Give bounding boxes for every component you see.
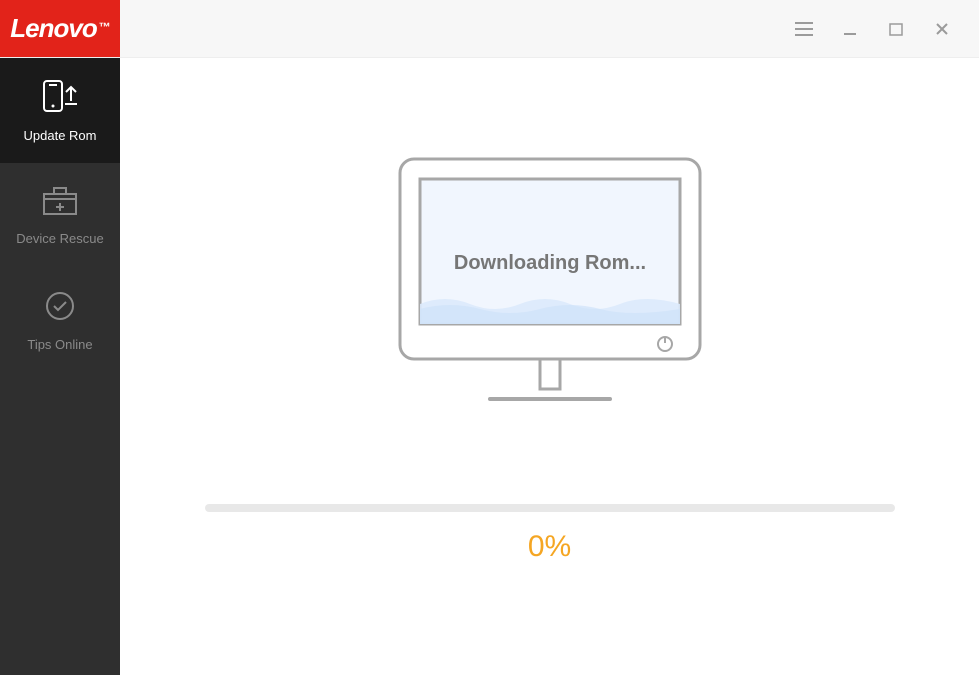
check-circle-icon bbox=[44, 290, 76, 325]
phone-upload-icon bbox=[38, 79, 82, 116]
brand-dot: ™ bbox=[99, 20, 110, 34]
titlebar: Lenovo™ bbox=[0, 0, 979, 58]
sidebar-item-label: Device Rescue bbox=[16, 231, 103, 246]
titlebar-spacer bbox=[120, 0, 795, 57]
first-aid-icon bbox=[42, 186, 78, 219]
app-window: Lenovo™ bbox=[0, 0, 979, 675]
sidebar-item-tips-online[interactable]: Tips Online bbox=[0, 268, 120, 373]
sidebar-item-label: Update Rom bbox=[24, 128, 97, 143]
main-content: Downloading Rom... 0% bbox=[120, 58, 979, 675]
brand-text: Lenovo bbox=[10, 13, 96, 44]
progress-bar bbox=[205, 504, 895, 512]
menu-icon[interactable] bbox=[795, 20, 813, 38]
sidebar-item-label: Tips Online bbox=[27, 337, 92, 352]
progress-percent: 0% bbox=[528, 530, 571, 564]
brand-logo: Lenovo™ bbox=[0, 0, 120, 57]
status-text: Downloading Rom... bbox=[453, 252, 645, 274]
sidebar-item-device-rescue[interactable]: Device Rescue bbox=[0, 163, 120, 268]
window-body: Update Rom Device Rescue bbox=[0, 58, 979, 675]
sidebar: Update Rom Device Rescue bbox=[0, 58, 120, 675]
maximize-button[interactable] bbox=[887, 20, 905, 38]
minimize-button[interactable] bbox=[841, 20, 859, 38]
monitor-illustration: Downloading Rom... bbox=[390, 149, 710, 424]
progress-section: 0% bbox=[205, 504, 895, 564]
close-button[interactable] bbox=[933, 20, 951, 38]
titlebar-controls bbox=[795, 0, 979, 57]
sidebar-item-update-rom[interactable]: Update Rom bbox=[0, 58, 120, 163]
